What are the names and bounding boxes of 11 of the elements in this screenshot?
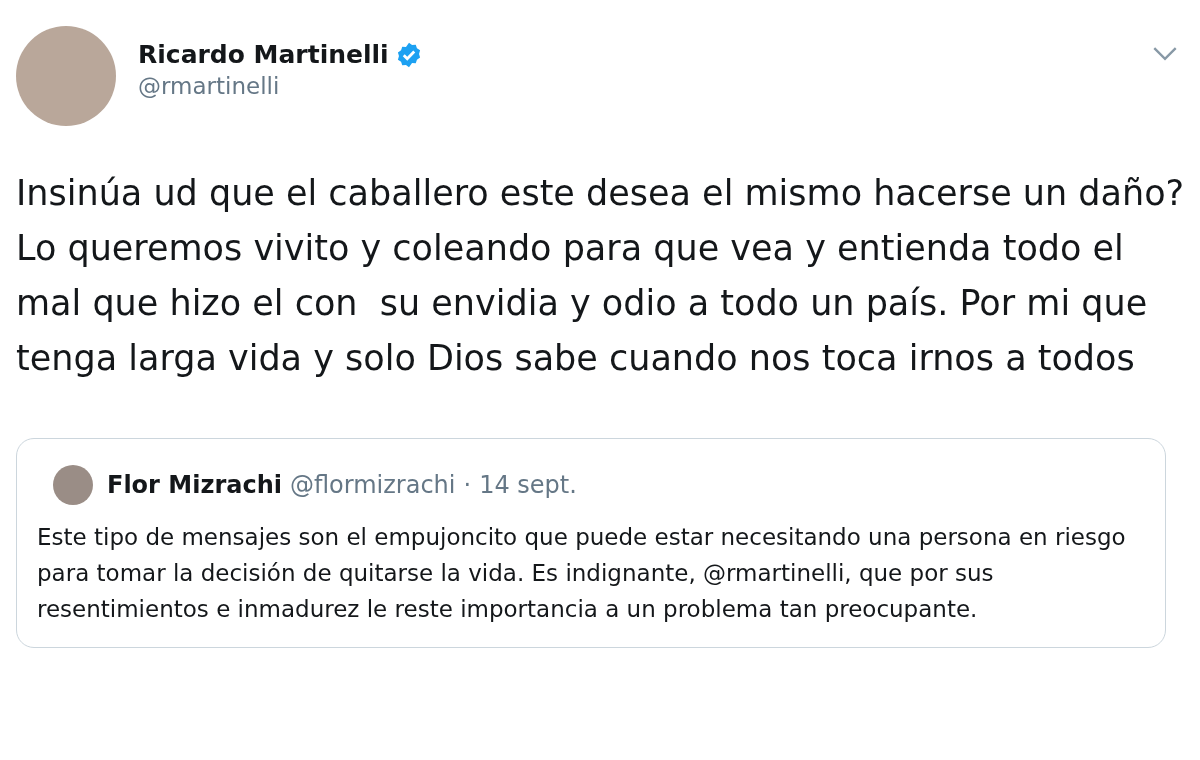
quoted-author-handle[interactable]: @flormizrachi <box>289 471 456 499</box>
quoted-tweet-text: Este tipo de mensajes son el empujoncito que puede estar necesitando una persona en riesgo para tomar la decisión de quitarse la vida. Es indignante, @rmartinelli, que por sus resentimientos e inmadurez le reste importancia a un problema tan preocupante. <box>37 523 1127 624</box>
author-name[interactable]: Ricardo Martinelli <box>138 40 389 69</box>
author-handle[interactable]: @rmartinelli <box>138 73 423 99</box>
chevron-down-icon[interactable] <box>1152 46 1178 61</box>
quoted-tweet-card[interactable] <box>16 438 1166 648</box>
separator-dot: · <box>463 471 472 499</box>
avatar[interactable] <box>53 465 93 505</box>
quoted-tweet-date[interactable]: 14 sept. <box>479 471 577 499</box>
tweet-text: Insinúa ud que el caballero este desea el mismo hacerse un daño? Lo queremos vivito y coleando para que vea y entienda todo el mal que hizo el con su envidia y odio a todo un país. Por mi que tenga larga vida y solo Dios sabe cuando nos toca irnos a todos <box>16 172 1186 380</box>
quoted-author-name[interactable]: Flor Mizrachi <box>107 471 282 499</box>
